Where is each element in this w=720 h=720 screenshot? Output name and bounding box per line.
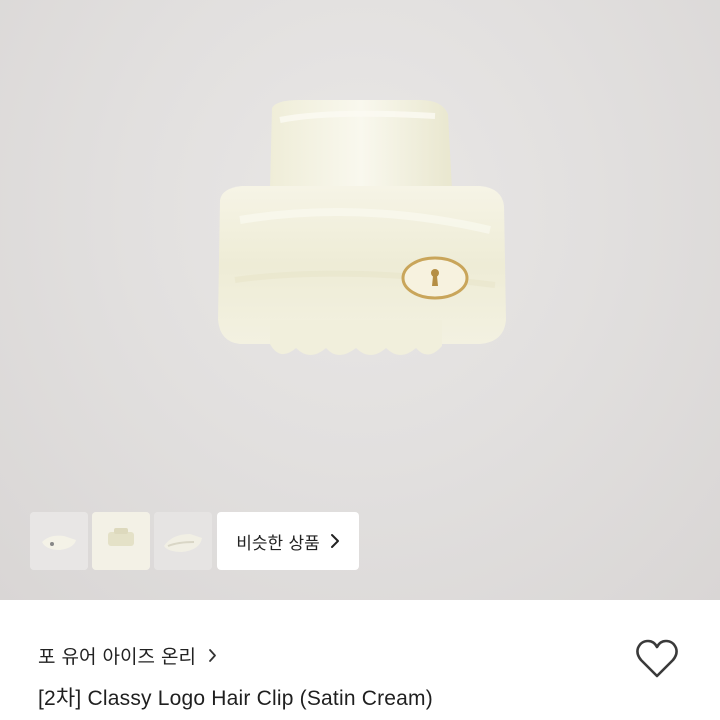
product-title: [2차] Classy Logo Hair Clip (Satin Cream) [38, 687, 433, 710]
hair-clip-illustration [218, 100, 506, 355]
thumbnail-3[interactable] [154, 512, 212, 570]
thumbnail-strip [30, 512, 212, 570]
heart-outline-icon [636, 639, 678, 678]
thumbnail-1[interactable] [30, 512, 88, 570]
chevron-right-icon [330, 533, 340, 549]
shop-link[interactable]: 포 유어 아이즈 온리 [38, 642, 217, 669]
thumbnail-3-image [154, 512, 212, 570]
wishlist-button[interactable] [634, 638, 680, 680]
similar-items-label: 비슷한 상품 [236, 533, 320, 554]
thumbnail-1-image [30, 512, 88, 570]
similar-items-button[interactable]: 비슷한 상품 [217, 512, 359, 570]
shop-name: 포 유어 아이즈 온리 [38, 646, 196, 668]
product-info: 포 유어 아이즈 온리 [2차] Classy Logo Hair Clip (… [0, 600, 720, 720]
thumbnail-2-image [92, 512, 150, 570]
chevron-right-icon [208, 648, 217, 663]
thumbnail-2[interactable] [92, 512, 150, 570]
product-image[interactable]: 비슷한 상품 [0, 0, 720, 600]
